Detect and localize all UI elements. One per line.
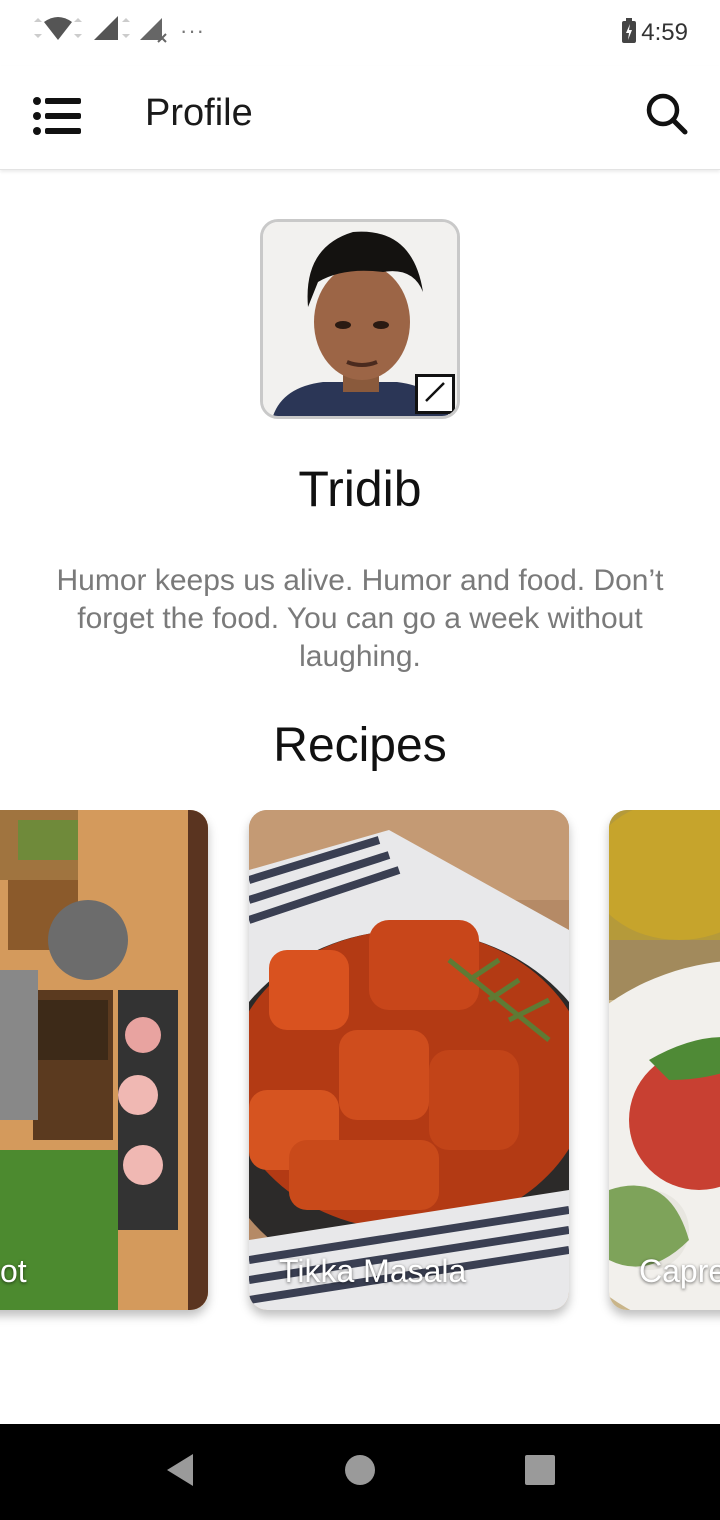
recipe-photo — [249, 810, 569, 1310]
status-icons-left: ··· — [28, 14, 205, 48]
recipe-card[interactable]: Tikka Masala — [249, 810, 569, 1310]
search-button[interactable] — [642, 88, 692, 144]
page-title: Profile — [145, 92, 253, 134]
recipe-card-label: Tikka Masala — [279, 1253, 467, 1289]
app-bar: Profile — [0, 66, 720, 170]
recents-button[interactable] — [516, 1448, 564, 1496]
search-icon — [645, 92, 689, 141]
recipe-card-label: Capre — [639, 1253, 720, 1289]
system-nav-bar — [0, 1424, 720, 1520]
back-button[interactable] — [156, 1448, 204, 1496]
wifi-icon — [28, 14, 86, 49]
profile-bio: Humor keeps us alive. Humor and food. Do… — [56, 564, 664, 673]
recipe-card[interactable]: ot — [0, 810, 208, 1310]
recipe-card[interactable]: Capre — [609, 810, 720, 1310]
profile-avatar[interactable] — [260, 219, 460, 419]
list-menu-icon — [33, 96, 83, 140]
signal-no-sim-icon — [138, 14, 168, 49]
status-overflow: ··· — [180, 18, 205, 43]
recipe-photo — [0, 810, 208, 1310]
back-icon — [163, 1452, 197, 1493]
battery-charging-icon — [621, 17, 637, 49]
status-time: 4:59 — [641, 19, 688, 46]
recipes-heading: Recipes — [273, 719, 447, 772]
status-bar: ··· 4:59 — [0, 0, 720, 66]
edit-avatar-button[interactable] — [415, 374, 455, 414]
home-icon — [344, 1454, 376, 1491]
home-button[interactable] — [336, 1448, 384, 1496]
signal-icon — [92, 14, 132, 49]
status-icons-right: 4:59 — [621, 16, 688, 50]
profile-name: Tridib — [298, 461, 422, 517]
recipe-photo — [609, 810, 720, 1310]
recipe-card-label: ot — [0, 1253, 27, 1289]
recents-icon — [525, 1454, 555, 1490]
menu-button[interactable] — [30, 90, 86, 146]
edit-pencil-icon — [422, 379, 448, 410]
recipes-carousel[interactable]: ot Tikka Masala Capre — [0, 810, 720, 1330]
